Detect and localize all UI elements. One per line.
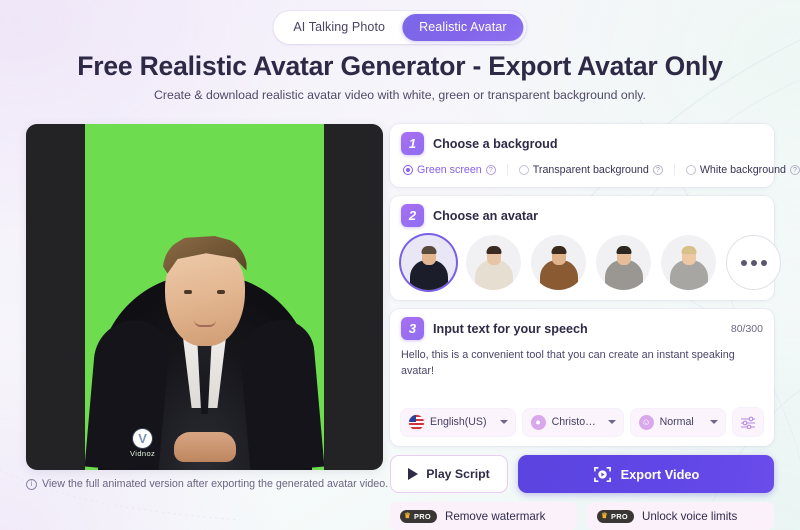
pro-label-unlock-voice-limits: Unlock voice limits: [641, 509, 738, 523]
settings-column: 1 Choose a backgroud Green screen ? Tran…: [390, 124, 800, 530]
preview-note: i View the full animated version after e…: [26, 478, 388, 490]
vidnoz-logo-icon: V: [133, 428, 153, 448]
radio-label-transparent-background: Transparent background: [532, 164, 649, 176]
page-subtitle: Create & download realistic avatar video…: [154, 88, 646, 102]
speech-text-input[interactable]: Hello, this is a convenient tool that yo…: [401, 348, 763, 406]
page-title: Free Realistic Avatar Generator - Export…: [77, 51, 723, 81]
step-3-card: 3 Input text for your speech 80/300 Hell…: [390, 309, 774, 446]
play-triangle-icon: [408, 468, 419, 480]
preview-note-text: View the full animated version after exp…: [42, 478, 389, 490]
export-video-label: Export Video: [620, 466, 700, 482]
voice-dropdown[interactable]: ● Christoph...: [522, 408, 623, 436]
radio-indicator-green-screen: [403, 165, 413, 175]
radio-transparent-background[interactable]: Transparent background ?: [506, 164, 674, 176]
character-counter: 80/300: [730, 322, 763, 335]
equalizer-sliders-icon: [741, 416, 755, 429]
avatar-option-5[interactable]: [661, 235, 716, 290]
avatar-video-preview[interactable]: V Vidnoz: [26, 124, 383, 470]
question-circle-icon-green-screen[interactable]: ?: [485, 165, 496, 175]
voice-value: Christoph...: [551, 416, 602, 428]
radio-white-background[interactable]: White background ?: [673, 164, 800, 176]
play-script-label: Play Script: [426, 467, 490, 481]
radio-label-green-screen: Green screen: [417, 164, 482, 176]
chevron-down-icon-style: [710, 420, 718, 424]
step-2-header: 2 Choose an avatar: [401, 204, 763, 227]
pro-badge-unlock-voice-limits: ♛ PRO: [597, 509, 634, 523]
avatar-option-4[interactable]: [596, 235, 651, 290]
step-1-title: Choose a backgroud: [433, 136, 558, 151]
pro-badge-text-1: PRO: [414, 511, 431, 521]
chevron-down-icon-language: [499, 420, 508, 424]
avatar-list: [401, 235, 781, 290]
crown-icon: ♛: [404, 511, 412, 521]
vidnoz-watermark: V Vidnoz: [130, 428, 156, 458]
style-dropdown[interactable]: ☺ Normal: [630, 408, 725, 436]
record-frame-icon: [593, 466, 611, 482]
play-script-button[interactable]: Play Script: [390, 455, 508, 493]
radio-indicator-white-background: [685, 165, 696, 175]
watermark-label: Vidnoz: [130, 449, 156, 458]
voice-options-row: English(US) ● Christoph... ☺ Normal: [401, 408, 763, 436]
background-options: Green screen ? Transparent background ? …: [401, 164, 800, 176]
voice-settings-button[interactable]: [733, 408, 763, 436]
step-3-header: 3 Input text for your speech 80/300: [401, 317, 763, 340]
tab-ai-talking-photo[interactable]: AI Talking Photo: [276, 14, 402, 41]
question-circle-icon-transparent-background[interactable]: ?: [652, 165, 663, 175]
step-3-title: Input text for your speech: [433, 321, 588, 336]
step-1-header: 1 Choose a backgroud: [401, 132, 763, 155]
export-video-button[interactable]: Export Video: [518, 455, 774, 493]
more-avatars-button[interactable]: [726, 235, 781, 290]
pro-badge-text-2: PRO: [611, 511, 628, 521]
action-buttons: Play Script Export Video: [390, 455, 774, 493]
step-1-card: 1 Choose a backgroud Green screen ? Tran…: [390, 124, 800, 187]
pro-label-remove-watermark: Remove watermark: [444, 509, 546, 523]
language-dropdown[interactable]: English(US): [401, 408, 515, 436]
pro-features-row: ♛ PRO Remove watermark ♛ PRO Unlock voic…: [390, 502, 774, 530]
pro-unlock-voice-limits[interactable]: ♛ PRO Unlock voice limits: [587, 502, 774, 530]
step-2-number: 2: [401, 204, 424, 227]
step-2-title: Choose an avatar: [433, 208, 538, 223]
radio-label-white-background: White background: [699, 164, 786, 176]
style-value: Normal: [659, 416, 694, 428]
step-3-number: 3: [401, 317, 424, 340]
crown-icon: ♛: [601, 511, 609, 521]
step-1-number: 1: [401, 132, 424, 155]
pro-badge-remove-watermark: ♛ PRO: [400, 509, 437, 523]
avatar-option-3[interactable]: [531, 235, 586, 290]
language-value: English(US): [430, 416, 487, 428]
radio-indicator-transparent-background: [518, 165, 529, 175]
us-flag-icon: [409, 414, 424, 430]
question-circle-icon-white-background[interactable]: ?: [789, 165, 800, 175]
smiley-face-icon: ☺: [638, 414, 654, 430]
mode-tab-switcher[interactable]: AI Talking Photo Realistic Avatar: [273, 11, 527, 44]
person-circle-icon: ●: [530, 414, 546, 430]
tab-realistic-avatar[interactable]: Realistic Avatar: [402, 14, 524, 41]
avatar-figure: [85, 124, 324, 470]
step-2-card: 2 Choose an avatar: [390, 196, 781, 300]
radio-green-screen[interactable]: Green screen ?: [401, 164, 507, 176]
pro-remove-watermark[interactable]: ♛ PRO Remove watermark: [390, 502, 577, 530]
chevron-down-icon-voice: [607, 420, 616, 424]
avatar-option-2[interactable]: [466, 235, 521, 290]
info-circle-icon: i: [26, 478, 37, 490]
avatar-option-1[interactable]: [401, 235, 456, 290]
